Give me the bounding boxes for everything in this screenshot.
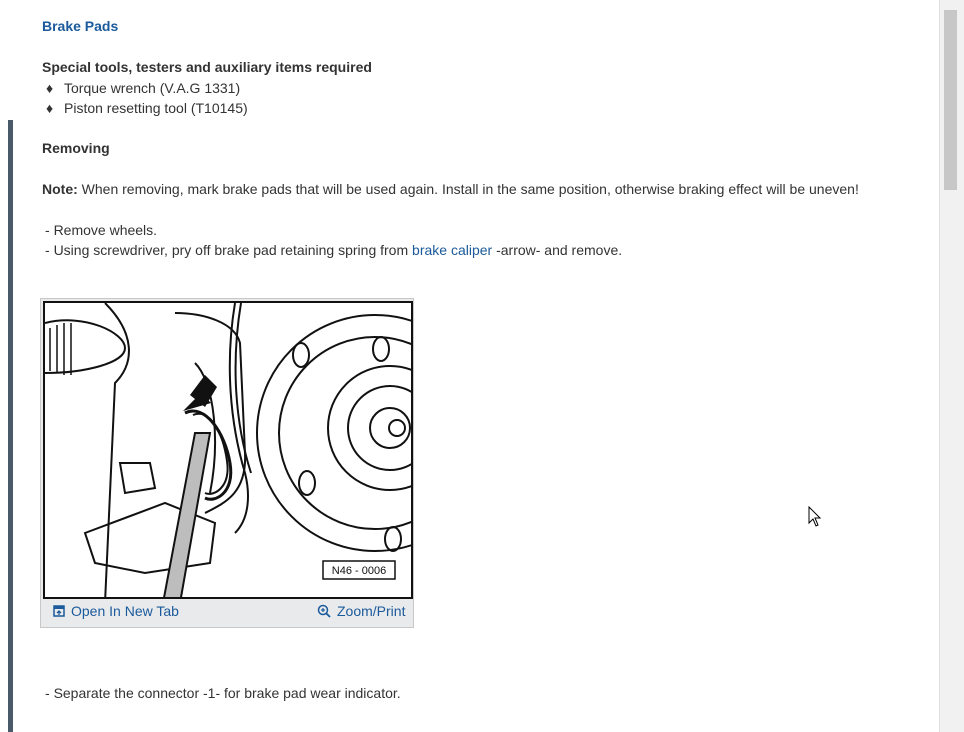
tools-heading: Special tools, testers and auxiliary ite… (42, 59, 372, 75)
open-in-new-tab-button[interactable]: Open In New Tab (53, 603, 179, 619)
open-tab-label: Open In New Tab (71, 603, 179, 619)
note-label: Note: (42, 181, 78, 197)
figure-label: N46 - 0006 (332, 565, 386, 577)
diamond-bullet-icon: ♦ (46, 100, 54, 116)
step-prefix: - (45, 685, 54, 701)
zoom-print-button[interactable]: Zoom/Print (317, 603, 405, 619)
step-text-before: Using screwdriver, pry off brake pad ret… (53, 242, 413, 258)
figure-toolbar: Open In New Tab Zoom/Print (41, 599, 413, 625)
note-text: When removing, mark brake pads that will… (77, 181, 859, 197)
brake-caliper-link[interactable]: brake caliper (412, 242, 492, 258)
step-remove-wheels: - Remove wheels. (45, 222, 157, 238)
step-text: Remove wheels. (53, 222, 158, 238)
mouse-cursor-icon (808, 505, 822, 531)
list-item: ♦ Torque wrench (V.A.G 1331) (46, 80, 240, 96)
step-separate-connector: - Separate the connector -1- for brake p… (45, 685, 401, 701)
magnifier-icon (317, 604, 331, 618)
illustration-drawing: N46 - 0006 (44, 302, 494, 604)
step-prefix: - (45, 242, 54, 258)
zoom-print-label: Zoom/Print (337, 603, 406, 619)
diamond-bullet-icon: ♦ (46, 80, 54, 96)
frame-edge (8, 120, 13, 732)
step-pry-spring: - Using screwdriver, pry off brake pad r… (45, 242, 622, 258)
brake-caliper-illustration[interactable]: N46 - 0006 (43, 301, 494, 604)
tool-item: Torque wrench (V.A.G 1331) (64, 80, 241, 96)
step-prefix: - (45, 222, 54, 238)
figure-container: N46 - 0006 Open In New Tab Zoom/Print (40, 298, 494, 628)
scrollbar-thumb[interactable] (944, 10, 957, 190)
list-item: ♦ Piston resetting tool (T10145) (46, 100, 248, 116)
open-tab-icon (53, 605, 65, 617)
page-title: Brake Pads (42, 18, 119, 34)
left-window-frame (0, 0, 14, 732)
vertical-scrollbar[interactable] (939, 0, 964, 732)
step-text: Separate the connector -1- for brake pad… (53, 685, 401, 701)
step-text-after: -arrow- and remove. (492, 242, 623, 258)
note: Note: When removing, mark brake pads tha… (42, 181, 859, 197)
tool-item: Piston resetting tool (T10145) (64, 100, 248, 116)
removing-heading: Removing (42, 140, 110, 156)
